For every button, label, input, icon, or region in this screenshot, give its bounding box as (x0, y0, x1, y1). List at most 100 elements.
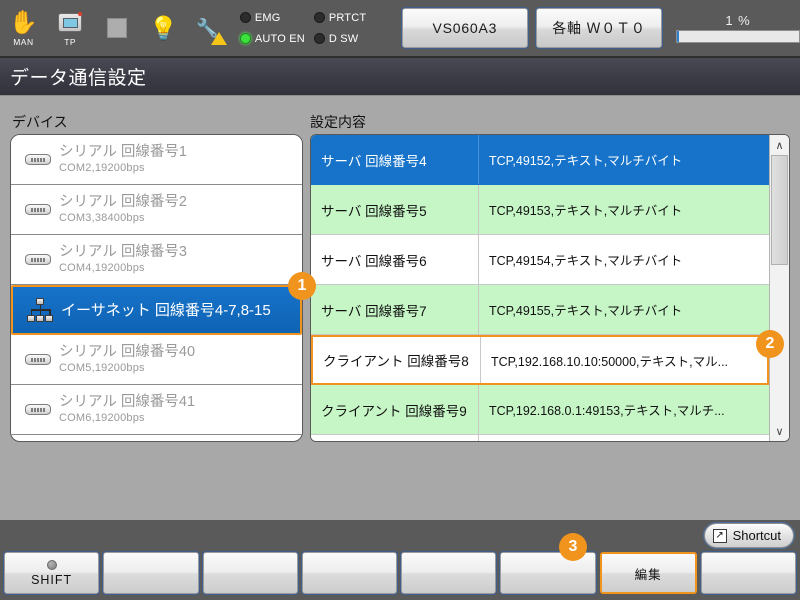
serial-connector-shape (25, 354, 51, 365)
device-list[interactable]: シリアル 回線番号1 COM2,19200bps シリアル 回線番号2 COM3… (10, 134, 303, 442)
shift-indicator-dot (46, 559, 57, 570)
window-title-bar: データ通信設定 (0, 58, 800, 96)
emg-label: EMG (254, 11, 281, 24)
device-name: シリアル 回線番号40 (59, 343, 196, 360)
speed-progress-bar[interactable] (676, 30, 800, 43)
page-title: データ通信設定 (10, 68, 147, 89)
serial-connector-shape (25, 254, 51, 265)
scroll-up-arrow-icon[interactable]: ∧ (770, 135, 789, 155)
settings-row-name: サーバ 回線番号5 (311, 185, 479, 234)
device-sub: COM6,19200bps (59, 411, 145, 424)
settings-row-name: サーバ 回線番号4 (311, 135, 479, 184)
settings-row-name: クライアント 回線番号8 (313, 337, 481, 383)
shortcut-arrow-icon: ↗ (712, 528, 727, 543)
settings-row[interactable]: サーバ 回線番号5 TCP,49153,テキスト,マルチバイト (311, 185, 769, 235)
wrench-warning-icon[interactable]: 🔧 (187, 1, 234, 55)
network-topology-shape (26, 298, 54, 322)
serial-connector-shape (25, 154, 51, 165)
function-key-bar: SHIFT 編集 (2, 551, 798, 595)
settings-row[interactable]: クライアント 回線番号9 TCP,192.168.0.1:49153,テキスト,… (311, 385, 769, 435)
device-list-item[interactable]: シリアル 回線番号40 COM5,19200bps (11, 335, 302, 385)
hand-manual-icon[interactable]: ✋ MAN (0, 1, 47, 55)
device-name: シリアル 回線番号2 (59, 193, 187, 210)
fkey-8[interactable] (699, 551, 798, 595)
status-toolbar: ✋ MAN TP 💡 🔧 EMG PRTCT AUTO EN D SW VS06… (0, 0, 800, 58)
fkey-label: 編集 (634, 567, 662, 582)
device-sub: COM4,19200bps (59, 261, 145, 274)
scrollbar-track[interactable] (770, 155, 789, 421)
device-list-item[interactable]: シリアル 回線番号3 COM4,19200bps (11, 235, 302, 285)
settings-empty-value (479, 435, 769, 441)
serial-port-icon (19, 404, 57, 415)
scrollbar-thumb[interactable] (771, 155, 788, 265)
d-sw-label: D SW (328, 32, 359, 45)
settings-row-value: TCP,49152,テキスト,マルチバイト (489, 154, 683, 168)
lightbulb-icon[interactable]: 💡 (140, 1, 187, 55)
led-auto-en: AUTO EN (239, 28, 314, 49)
led-emg: EMG (239, 7, 314, 28)
device-sub: COM5,19200bps (59, 361, 145, 374)
settings-row-empty (311, 435, 769, 441)
auto-en-led-indicator (239, 33, 251, 44)
bottom-bar: ↗ Shortcut SHIFT 編集 (0, 520, 800, 600)
fkey-2[interactable] (102, 551, 200, 595)
teach-pendant-caption: TP (64, 36, 77, 47)
square-glyph (106, 15, 127, 41)
device-name: シリアル 回線番号41 (59, 393, 196, 410)
settings-row-value: TCP,49155,テキスト,マルチバイト (489, 304, 683, 318)
emg-led-indicator (239, 12, 251, 23)
shortcut-button[interactable]: ↗ Shortcut (702, 522, 796, 549)
hand-manual-caption: MAN (13, 36, 34, 47)
device-list-item[interactable]: シリアル 回線番号1 COM2,19200bps (11, 135, 302, 185)
device-text: シリアル 回線番号1 COM2,19200bps (57, 144, 187, 176)
device-name: シリアル 回線番号3 (59, 243, 187, 260)
device-text: シリアル 回線番号2 COM3,38400bps (57, 194, 187, 226)
fkey-shift[interactable]: SHIFT (2, 551, 101, 595)
device-list-item[interactable]: シリアル 回線番号2 COM3,38400bps (11, 185, 302, 235)
serial-connector-shape (25, 404, 51, 415)
robot-model-button[interactable]: VS060A3 (400, 7, 529, 49)
axis-mode-button[interactable]: 各軸 Ｗ０Ｔ０ (534, 7, 664, 49)
step-badge-2: 2 (756, 330, 784, 358)
settings-row-name: サーバ 回線番号6 (311, 235, 479, 284)
shortcut-label: Shortcut (732, 528, 781, 543)
settings-row[interactable]: サーバ 回線番号7 TCP,49155,テキスト,マルチバイト (311, 285, 769, 335)
settings-row-selected[interactable]: サーバ 回線番号4 TCP,49152,テキスト,マルチバイト (311, 135, 769, 185)
settings-list[interactable]: サーバ 回線番号4 TCP,49152,テキスト,マルチバイト サーバ 回線番号… (310, 134, 790, 442)
settings-row[interactable]: サーバ 回線番号6 TCP,49154,テキスト,マルチバイト (311, 235, 769, 285)
settings-section-label: 設定内容 (310, 114, 366, 130)
tp-indicator-dot (78, 12, 83, 16)
settings-empty-name (311, 435, 479, 441)
devices-section-label: デバイス (12, 114, 68, 130)
fkey-5[interactable] (399, 551, 498, 595)
teach-pendant-icon[interactable]: TP (47, 1, 94, 55)
stop-square-icon[interactable] (94, 1, 141, 55)
settings-row-name: クライアント 回線番号9 (311, 385, 479, 434)
fkey-label: SHIFT (31, 572, 73, 587)
device-sub: COM2,19200bps (59, 161, 145, 174)
fkey-3[interactable] (201, 551, 299, 595)
fkey-edit[interactable]: 編集 (599, 552, 697, 594)
step-badge-1: 1 (288, 272, 316, 300)
tp-device-shape (58, 12, 83, 32)
serial-port-icon (19, 204, 57, 215)
prtct-label: PRTCT (328, 11, 367, 24)
lightbulb-glyph: 💡 (149, 14, 178, 41)
auto-en-label: AUTO EN (254, 32, 305, 45)
device-name: イーサネット 回線番号4-7,8-15 (61, 301, 271, 319)
fkey-4[interactable] (300, 551, 399, 595)
device-list-item[interactable]: シリアル 回線番号41 COM6,19200bps (11, 385, 302, 435)
settings-row-value: TCP,192.168.10.10:50000,テキスト,マル... (491, 354, 729, 369)
led-d-sw: D SW (313, 28, 392, 49)
settings-row-value: TCP,192.168.0.1:49153,テキスト,マルチ... (489, 404, 725, 418)
settings-scrollbar[interactable]: ∧ ∨ (769, 135, 789, 441)
settings-row-highlighted-client8[interactable]: クライアント 回線番号8 TCP,192.168.10.10:50000,テキス… (311, 335, 769, 385)
hand-glyph: ✋ (9, 9, 38, 35)
device-list-item-ethernet-selected[interactable]: イーサネット 回線番号4-7,8-15 (11, 285, 302, 335)
speed-progress: 1 % (676, 13, 800, 43)
network-icon (21, 298, 59, 322)
scroll-down-arrow-icon[interactable]: ∨ (770, 421, 789, 441)
status-led-cluster: EMG PRTCT AUTO EN D SW (239, 7, 392, 49)
settings-row-value: TCP,49153,テキスト,マルチバイト (489, 204, 683, 218)
main-content: デバイス 設定内容 シリアル 回線番号1 COM2,19200bps シリアル … (0, 96, 800, 600)
